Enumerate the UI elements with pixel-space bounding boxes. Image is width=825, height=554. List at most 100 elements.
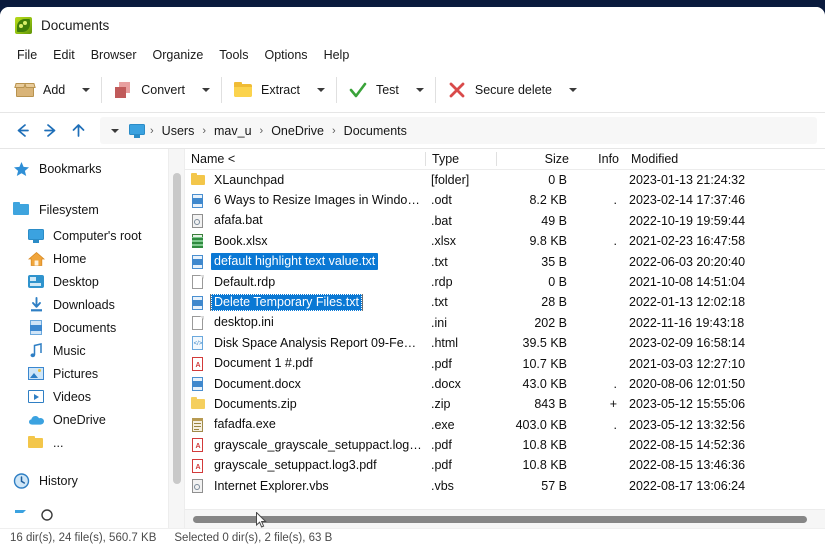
- sidebar-item-filesystem[interactable]: Filesystem: [0, 196, 168, 224]
- table-row[interactable]: Agrayscale_grayscale_setuppact.log4.pdf.…: [185, 435, 825, 455]
- file-name-cell[interactable]: Agrayscale_grayscale_setuppact.log4.pdf: [185, 437, 425, 454]
- breadcrumb-documents[interactable]: Documents: [338, 121, 413, 141]
- sidebar-item-bookmarks[interactable]: Bookmarks: [0, 155, 168, 183]
- menu-options[interactable]: Options: [256, 46, 315, 64]
- file-name-cell[interactable]: A Document 1 #.pdf: [185, 355, 425, 372]
- table-row[interactable]: Documents.zip .zip 843 B +2023-05-12 15:55:…: [185, 394, 825, 414]
- file-name-cell[interactable]: Agrayscale_setuppact.log3.pdf: [185, 457, 425, 474]
- menu-organize[interactable]: Organize: [145, 46, 212, 64]
- text-icon: [191, 254, 205, 270]
- file-name-cell[interactable]: XLaunchpad: [185, 172, 425, 189]
- file-name-cell[interactable]: afafa.bat: [185, 212, 425, 229]
- sidebar-item-partial[interactable]: [0, 508, 168, 522]
- up-button[interactable]: [64, 117, 92, 145]
- file-size: 10.7 KB: [522, 356, 567, 371]
- table-row[interactable]: Internet Explorer.vbs .vbs 57 B 2022-08-17 …: [185, 476, 825, 496]
- sidebar-item-music[interactable]: Music: [0, 339, 168, 362]
- file-name-cell[interactable]: 6 Ways to Resize Images in Windows 1...: [185, 192, 425, 209]
- computer-icon[interactable]: [129, 123, 145, 138]
- file-modified: 2021-02-23 16:47:58: [629, 234, 746, 249]
- table-row[interactable]: afafa.bat .bat 49 B 2022-10-19 19:59:44: [185, 211, 825, 231]
- file-list-horizontal-scrollbar[interactable]: [185, 509, 825, 528]
- scrollbar-thumb[interactable]: [193, 516, 807, 523]
- file-name-cell[interactable]: fafadfa.exe: [185, 416, 425, 433]
- scrollbar-thumb[interactable]: [173, 173, 181, 484]
- sidebar-item-onedrive[interactable]: OneDrive: [0, 408, 168, 431]
- table-row[interactable]: Book.xlsx .xlsx 9.8 KB. 2021-02-23 16:47:58: [185, 231, 825, 251]
- column-header-size[interactable]: Size: [497, 149, 575, 170]
- column-header-name[interactable]: Name <: [185, 149, 425, 170]
- table-row[interactable]: Delete Temporary Files.txt .txt 28 B 2022-0…: [185, 292, 825, 312]
- file-type: .xlsx: [431, 234, 456, 249]
- menu-edit[interactable]: Edit: [45, 46, 83, 64]
- file-name-cell[interactable]: Book.xlsx: [185, 233, 425, 250]
- sidebar-item-videos[interactable]: Videos: [0, 385, 168, 408]
- file-name-cell[interactable]: Internet Explorer.vbs: [185, 478, 425, 495]
- table-row[interactable]: XLaunchpad [folder] 0 B 2023-01-13 21:24:32: [185, 170, 825, 190]
- toolbar-divider: [101, 76, 103, 103]
- test-dropdown-button[interactable]: [409, 74, 431, 106]
- history-clock-icon: [13, 473, 30, 489]
- breadcrumb-onedrive[interactable]: OneDrive: [265, 121, 330, 141]
- file-type: .pdf: [431, 458, 452, 473]
- file-name: desktop.ini: [214, 315, 274, 330]
- file-name: Disk Space Analysis Report 09-Feb-202...: [214, 335, 425, 350]
- file-modified: 2022-01-13 12:02:18: [629, 295, 746, 310]
- convert-button[interactable]: Convert: [106, 74, 195, 106]
- column-header-modified[interactable]: Modified: [625, 149, 765, 170]
- sidebar-item-desktop[interactable]: Desktop: [0, 270, 168, 293]
- table-row[interactable]: </> Disk Space Analysis Report 09-Feb-202…: [185, 333, 825, 353]
- extract-dropdown-button[interactable]: [310, 74, 332, 106]
- document-icon: [28, 319, 45, 336]
- file-name: Book.xlsx: [214, 233, 268, 248]
- file-type: .pdf: [431, 438, 452, 453]
- test-button[interactable]: Test: [341, 74, 409, 106]
- table-row[interactable]: Default.rdp .rdp 0 B 2021-10-08 14:51:04: [185, 272, 825, 292]
- table-row[interactable]: default highlight text value.txt .txt 35 B…: [185, 252, 825, 272]
- column-header-info[interactable]: Info: [575, 149, 625, 170]
- add-button[interactable]: Add: [8, 74, 75, 106]
- table-row[interactable]: Document.docx .docx 43.0 KB. 2020-08-06 12:…: [185, 374, 825, 394]
- file-name-cell[interactable]: Documents.zip: [185, 396, 425, 413]
- sidebar-item-more[interactable]: ...: [0, 431, 168, 454]
- file-name-cell[interactable]: default highlight text value.txt: [185, 253, 425, 271]
- forward-button[interactable]: [36, 117, 64, 145]
- file-name-cell[interactable]: Document.docx: [185, 376, 425, 393]
- breadcrumb-mav-u[interactable]: mav_u: [208, 121, 258, 141]
- sidebar-item-home[interactable]: Home: [0, 247, 168, 270]
- sidebar-item-downloads[interactable]: Downloads: [0, 293, 168, 316]
- file-name-cell[interactable]: </> Disk Space Analysis Report 09-Feb-202…: [185, 335, 425, 352]
- convert-dropdown-button[interactable]: [195, 74, 217, 106]
- table-row[interactable]: A Document 1 #.pdf .pdf 10.7 KB 2021-03-03 1…: [185, 354, 825, 374]
- menu-tools[interactable]: Tools: [211, 46, 256, 64]
- menu-file[interactable]: File: [9, 46, 45, 64]
- menu-browser[interactable]: Browser: [83, 46, 145, 64]
- add-dropdown-button[interactable]: [75, 74, 97, 106]
- sidebar-item-documents[interactable]: Documents: [0, 316, 168, 339]
- file-name-cell[interactable]: desktop.ini: [185, 314, 425, 331]
- extract-button[interactable]: Extract: [226, 74, 310, 106]
- sidebar-item-pictures[interactable]: Pictures: [0, 362, 168, 385]
- file-size: 10.8 KB: [522, 438, 567, 453]
- secure-delete-dropdown-button[interactable]: [562, 74, 584, 106]
- file-size: 202 B: [534, 315, 567, 330]
- breadcrumb-users[interactable]: Users: [156, 121, 201, 141]
- odt-icon: [191, 193, 205, 209]
- back-button[interactable]: [8, 117, 36, 145]
- table-row[interactable]: 6 Ways to Resize Images in Windows 1....…: [185, 190, 825, 210]
- file-name-cell[interactable]: Default.rdp: [185, 274, 425, 291]
- file-name: grayscale_setuppact.log3.pdf: [214, 458, 377, 473]
- path-dropdown-button[interactable]: [106, 121, 124, 141]
- sidebar-vertical-scrollbar[interactable]: [168, 149, 185, 528]
- table-row[interactable]: desktop.ini .ini 202 B 2022-11-16 19:43:18: [185, 313, 825, 333]
- secure-delete-button[interactable]: Secure delete: [440, 74, 562, 106]
- menu-help[interactable]: Help: [316, 46, 358, 64]
- table-row[interactable]: fafadfa.exe .exe 403.0 KB. 2023-05-12 13:32…: [185, 415, 825, 435]
- sidebar-item-computers-root[interactable]: Computer's root: [0, 224, 168, 247]
- breadcrumb[interactable]: › Users › mav_u › OneDrive › Documents: [100, 117, 817, 144]
- column-header-type[interactable]: Type: [426, 149, 496, 170]
- sidebar-item-history[interactable]: History: [0, 467, 168, 495]
- file-info: [573, 252, 623, 272]
- table-row[interactable]: Agrayscale_setuppact.log3.pdf .pdf 10.8 KB…: [185, 455, 825, 475]
- file-name-cell[interactable]: Delete Temporary Files.txt: [185, 294, 425, 312]
